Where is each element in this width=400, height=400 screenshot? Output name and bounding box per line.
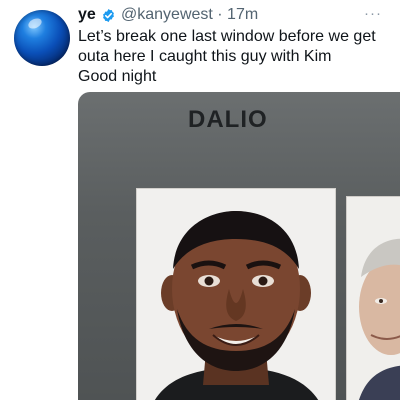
portrait-face-partial: [359, 238, 400, 400]
tweet-photo[interactable]: DALIO: [78, 92, 400, 400]
portrait-face: [154, 211, 319, 400]
verified-badge-icon: [103, 8, 114, 23]
more-options-icon[interactable]: ···: [364, 5, 382, 22]
photo-board-label: DALIO: [188, 106, 268, 133]
tweet-text: Let’s break one last window before we ge…: [78, 28, 376, 85]
avatar[interactable]: [14, 10, 70, 66]
photo-card-side: [346, 196, 400, 400]
avatar-highlight: [26, 16, 44, 31]
handle-and-timestamp[interactable]: @kanyewest · 17m: [121, 6, 258, 24]
photo-card-main: [136, 188, 336, 400]
author-name[interactable]: ye: [78, 6, 96, 24]
